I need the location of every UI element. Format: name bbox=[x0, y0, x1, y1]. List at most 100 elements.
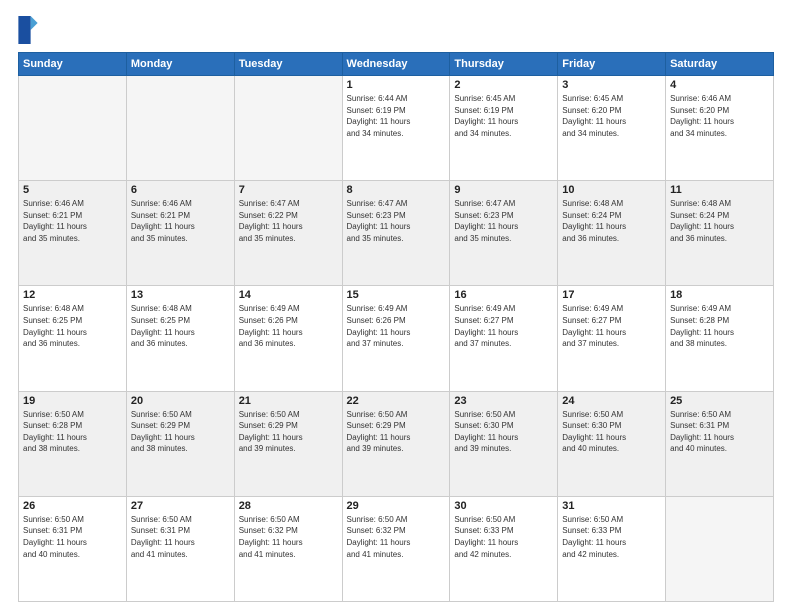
day-number: 22 bbox=[347, 395, 446, 407]
day-number: 11 bbox=[670, 184, 769, 196]
week-row-3: 12 Sunrise: 6:48 AM Sunset: 6:25 PM Dayli… bbox=[19, 286, 774, 391]
day-info: Sunrise: 6:45 AM Sunset: 6:20 PM Dayligh… bbox=[562, 93, 661, 139]
calendar-cell-5-6: 31 Sunrise: 6:50 AM Sunset: 6:33 PM Dayli… bbox=[558, 496, 666, 601]
day-info: Sunrise: 6:48 AM Sunset: 6:24 PM Dayligh… bbox=[562, 198, 661, 244]
day-number: 6 bbox=[131, 184, 230, 196]
day-number: 20 bbox=[131, 395, 230, 407]
calendar-cell-2-6: 10 Sunrise: 6:48 AM Sunset: 6:24 PM Dayli… bbox=[558, 181, 666, 286]
day-info: Sunrise: 6:50 AM Sunset: 6:31 PM Dayligh… bbox=[23, 514, 122, 560]
calendar-cell-2-4: 8 Sunrise: 6:47 AM Sunset: 6:23 PM Daylig… bbox=[342, 181, 450, 286]
calendar-cell-1-3 bbox=[234, 76, 342, 181]
day-number: 21 bbox=[239, 395, 338, 407]
day-info: Sunrise: 6:49 AM Sunset: 6:28 PM Dayligh… bbox=[670, 303, 769, 349]
calendar-cell-1-5: 2 Sunrise: 6:45 AM Sunset: 6:19 PM Daylig… bbox=[450, 76, 558, 181]
logo-icon bbox=[18, 16, 38, 44]
calendar-cell-3-2: 13 Sunrise: 6:48 AM Sunset: 6:25 PM Dayli… bbox=[126, 286, 234, 391]
calendar-cell-5-5: 30 Sunrise: 6:50 AM Sunset: 6:33 PM Dayli… bbox=[450, 496, 558, 601]
day-info: Sunrise: 6:48 AM Sunset: 6:25 PM Dayligh… bbox=[131, 303, 230, 349]
calendar-cell-3-3: 14Sunrise: 6:49 AM Sunset: 6:26 PM Dayli… bbox=[234, 286, 342, 391]
week-row-1: 1 Sunrise: 6:44 AM Sunset: 6:19 PM Daylig… bbox=[19, 76, 774, 181]
calendar-cell-2-1: 5Sunrise: 6:46 AM Sunset: 6:21 PM Daylig… bbox=[19, 181, 127, 286]
day-info: Sunrise: 6:49 AM Sunset: 6:26 PM Dayligh… bbox=[347, 303, 446, 349]
calendar-cell-4-4: 22 Sunrise: 6:50 AM Sunset: 6:29 PM Dayli… bbox=[342, 391, 450, 496]
calendar-cell-5-7 bbox=[666, 496, 774, 601]
day-number: 9 bbox=[454, 184, 553, 196]
day-number: 7 bbox=[239, 184, 338, 196]
calendar-cell-4-5: 23Sunrise: 6:50 AM Sunset: 6:30 PM Dayli… bbox=[450, 391, 558, 496]
day-info: Sunrise: 6:46 AM Sunset: 6:21 PM Dayligh… bbox=[131, 198, 230, 244]
day-info: Sunrise: 6:49 AM Sunset: 6:27 PM Dayligh… bbox=[454, 303, 553, 349]
calendar-cell-3-1: 12Sunrise: 6:48 AM Sunset: 6:25 PM Dayli… bbox=[19, 286, 127, 391]
week-row-4: 19Sunrise: 6:50 AM Sunset: 6:28 PM Dayli… bbox=[19, 391, 774, 496]
weekday-header-friday: Friday bbox=[558, 53, 666, 76]
day-info: Sunrise: 6:47 AM Sunset: 6:22 PM Dayligh… bbox=[239, 198, 338, 244]
weekday-header-row: SundayMondayTuesdayWednesdayThursdayFrid… bbox=[19, 53, 774, 76]
calendar-cell-3-7: 18 Sunrise: 6:49 AM Sunset: 6:28 PM Dayli… bbox=[666, 286, 774, 391]
calendar-cell-4-7: 25Sunrise: 6:50 AM Sunset: 6:31 PM Dayli… bbox=[666, 391, 774, 496]
day-info: Sunrise: 6:46 AM Sunset: 6:21 PM Dayligh… bbox=[23, 198, 122, 244]
day-number: 18 bbox=[670, 289, 769, 301]
calendar-cell-2-3: 7 Sunrise: 6:47 AM Sunset: 6:22 PM Daylig… bbox=[234, 181, 342, 286]
weekday-header-monday: Monday bbox=[126, 53, 234, 76]
day-info: Sunrise: 6:50 AM Sunset: 6:33 PM Dayligh… bbox=[454, 514, 553, 560]
calendar-cell-1-2 bbox=[126, 76, 234, 181]
day-info: Sunrise: 6:48 AM Sunset: 6:24 PM Dayligh… bbox=[670, 198, 769, 244]
weekday-header-saturday: Saturday bbox=[666, 53, 774, 76]
day-info: Sunrise: 6:50 AM Sunset: 6:30 PM Dayligh… bbox=[454, 409, 553, 455]
calendar-cell-1-4: 1 Sunrise: 6:44 AM Sunset: 6:19 PM Daylig… bbox=[342, 76, 450, 181]
weekday-header-thursday: Thursday bbox=[450, 53, 558, 76]
day-number: 12 bbox=[23, 289, 122, 301]
calendar-cell-1-6: 3 Sunrise: 6:45 AM Sunset: 6:20 PM Daylig… bbox=[558, 76, 666, 181]
day-number: 19 bbox=[23, 395, 122, 407]
calendar-cell-5-2: 27 Sunrise: 6:50 AM Sunset: 6:31 PM Dayli… bbox=[126, 496, 234, 601]
day-number: 15 bbox=[347, 289, 446, 301]
day-info: Sunrise: 6:50 AM Sunset: 6:29 PM Dayligh… bbox=[239, 409, 338, 455]
calendar-cell-4-3: 21 Sunrise: 6:50 AM Sunset: 6:29 PM Dayli… bbox=[234, 391, 342, 496]
week-row-5: 26 Sunrise: 6:50 AM Sunset: 6:31 PM Dayli… bbox=[19, 496, 774, 601]
day-info: Sunrise: 6:50 AM Sunset: 6:30 PM Dayligh… bbox=[562, 409, 661, 455]
day-number: 4 bbox=[670, 79, 769, 91]
calendar-cell-1-1 bbox=[19, 76, 127, 181]
calendar-cell-4-6: 24Sunrise: 6:50 AM Sunset: 6:30 PM Dayli… bbox=[558, 391, 666, 496]
day-info: Sunrise: 6:50 AM Sunset: 6:31 PM Dayligh… bbox=[670, 409, 769, 455]
calendar-cell-4-1: 19Sunrise: 6:50 AM Sunset: 6:28 PM Dayli… bbox=[19, 391, 127, 496]
week-row-2: 5Sunrise: 6:46 AM Sunset: 6:21 PM Daylig… bbox=[19, 181, 774, 286]
day-number: 1 bbox=[347, 79, 446, 91]
calendar-cell-5-3: 28Sunrise: 6:50 AM Sunset: 6:32 PM Dayli… bbox=[234, 496, 342, 601]
day-number: 10 bbox=[562, 184, 661, 196]
day-number: 14 bbox=[239, 289, 338, 301]
page: SundayMondayTuesdayWednesdayThursdayFrid… bbox=[0, 0, 792, 612]
calendar-cell-5-1: 26 Sunrise: 6:50 AM Sunset: 6:31 PM Dayli… bbox=[19, 496, 127, 601]
calendar-cell-5-4: 29Sunrise: 6:50 AM Sunset: 6:32 PM Dayli… bbox=[342, 496, 450, 601]
calendar-cell-3-5: 16 Sunrise: 6:49 AM Sunset: 6:27 PM Dayli… bbox=[450, 286, 558, 391]
calendar-cell-3-4: 15 Sunrise: 6:49 AM Sunset: 6:26 PM Dayli… bbox=[342, 286, 450, 391]
day-info: Sunrise: 6:47 AM Sunset: 6:23 PM Dayligh… bbox=[454, 198, 553, 244]
day-info: Sunrise: 6:50 AM Sunset: 6:29 PM Dayligh… bbox=[131, 409, 230, 455]
logo bbox=[18, 16, 40, 44]
day-info: Sunrise: 6:44 AM Sunset: 6:19 PM Dayligh… bbox=[347, 93, 446, 139]
day-number: 27 bbox=[131, 500, 230, 512]
calendar-cell-2-7: 11 Sunrise: 6:48 AM Sunset: 6:24 PM Dayli… bbox=[666, 181, 774, 286]
day-number: 16 bbox=[454, 289, 553, 301]
calendar-cell-2-5: 9 Sunrise: 6:47 AM Sunset: 6:23 PM Daylig… bbox=[450, 181, 558, 286]
day-info: Sunrise: 6:50 AM Sunset: 6:33 PM Dayligh… bbox=[562, 514, 661, 560]
day-info: Sunrise: 6:50 AM Sunset: 6:29 PM Dayligh… bbox=[347, 409, 446, 455]
day-number: 13 bbox=[131, 289, 230, 301]
day-number: 28 bbox=[239, 500, 338, 512]
weekday-header-tuesday: Tuesday bbox=[234, 53, 342, 76]
day-info: Sunrise: 6:46 AM Sunset: 6:20 PM Dayligh… bbox=[670, 93, 769, 139]
calendar-table: SundayMondayTuesdayWednesdayThursdayFrid… bbox=[18, 52, 774, 602]
calendar-cell-4-2: 20 Sunrise: 6:50 AM Sunset: 6:29 PM Dayli… bbox=[126, 391, 234, 496]
day-info: Sunrise: 6:47 AM Sunset: 6:23 PM Dayligh… bbox=[347, 198, 446, 244]
day-number: 31 bbox=[562, 500, 661, 512]
day-number: 3 bbox=[562, 79, 661, 91]
day-number: 26 bbox=[23, 500, 122, 512]
day-info: Sunrise: 6:50 AM Sunset: 6:31 PM Dayligh… bbox=[131, 514, 230, 560]
day-info: Sunrise: 6:49 AM Sunset: 6:27 PM Dayligh… bbox=[562, 303, 661, 349]
header bbox=[18, 16, 774, 44]
day-info: Sunrise: 6:45 AM Sunset: 6:19 PM Dayligh… bbox=[454, 93, 553, 139]
day-number: 30 bbox=[454, 500, 553, 512]
day-number: 29 bbox=[347, 500, 446, 512]
day-number: 8 bbox=[347, 184, 446, 196]
day-number: 2 bbox=[454, 79, 553, 91]
